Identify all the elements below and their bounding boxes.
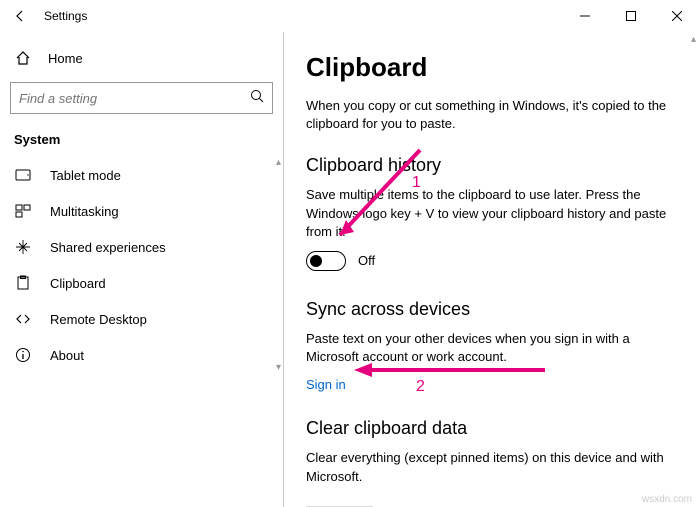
- nav-label: Multitasking: [50, 204, 119, 219]
- nav-clipboard[interactable]: Clipboard: [0, 265, 283, 301]
- nav-label: Shared experiences: [50, 240, 166, 255]
- nav-list: ▴ Tablet mode Multitasking Shared experi…: [0, 157, 283, 373]
- about-icon: [14, 347, 32, 363]
- clear-heading: Clear clipboard data: [306, 418, 678, 439]
- sync-desc: Paste text on your other devices when yo…: [306, 330, 678, 366]
- content-pane: ▴ Clipboard When you copy or cut somethi…: [284, 32, 700, 507]
- window-controls: [562, 0, 700, 32]
- remote-icon: [14, 311, 32, 327]
- close-button[interactable]: [654, 0, 700, 32]
- history-heading: Clipboard history: [306, 155, 678, 176]
- nav-remote-desktop[interactable]: Remote Desktop: [0, 301, 283, 337]
- home-label: Home: [48, 51, 83, 66]
- toggle-label: Off: [358, 253, 375, 268]
- nav-about[interactable]: About: [0, 337, 283, 373]
- toggle-knob: [310, 255, 322, 267]
- maximize-button[interactable]: [608, 0, 654, 32]
- nav-label: Clipboard: [50, 276, 106, 291]
- sync-heading: Sync across devices: [306, 299, 678, 320]
- nav-label: About: [50, 348, 84, 363]
- history-toggle[interactable]: [306, 251, 346, 271]
- titlebar: Settings: [0, 0, 700, 32]
- watermark: wsxdn.com: [642, 494, 692, 505]
- nav-multitasking[interactable]: Multitasking: [0, 193, 283, 229]
- home-icon: [14, 50, 32, 66]
- sign-in-link[interactable]: Sign in: [306, 377, 346, 392]
- search-icon: [250, 89, 264, 108]
- tablet-icon: [14, 167, 32, 183]
- search-field[interactable]: [19, 91, 250, 106]
- sidebar: Home System ▴ Tablet mode Multitasking S…: [0, 32, 283, 507]
- clear-desc: Clear everything (except pinned items) o…: [306, 449, 678, 485]
- search-input[interactable]: [10, 82, 273, 114]
- window-title: Settings: [44, 9, 87, 23]
- history-desc: Save multiple items to the clipboard to …: [306, 186, 678, 241]
- clipboard-icon: [14, 275, 32, 291]
- nav-tablet-mode[interactable]: Tablet mode: [0, 157, 283, 193]
- scroll-up-icon[interactable]: ▴: [276, 157, 281, 168]
- page-intro: When you copy or cut something in Window…: [306, 97, 678, 133]
- scroll-down-icon[interactable]: ▾: [276, 362, 281, 373]
- section-header: System: [0, 132, 283, 157]
- minimize-button[interactable]: [562, 0, 608, 32]
- multitasking-icon: [14, 203, 32, 219]
- home-nav[interactable]: Home: [0, 42, 283, 74]
- page-title: Clipboard: [306, 52, 678, 83]
- nav-shared-experiences[interactable]: Shared experiences: [0, 229, 283, 265]
- back-button[interactable]: [12, 8, 28, 24]
- nav-label: Tablet mode: [50, 168, 121, 183]
- scroll-up-content-icon[interactable]: ▴: [691, 34, 696, 45]
- nav-label: Remote Desktop: [50, 312, 147, 327]
- shared-icon: [14, 239, 32, 255]
